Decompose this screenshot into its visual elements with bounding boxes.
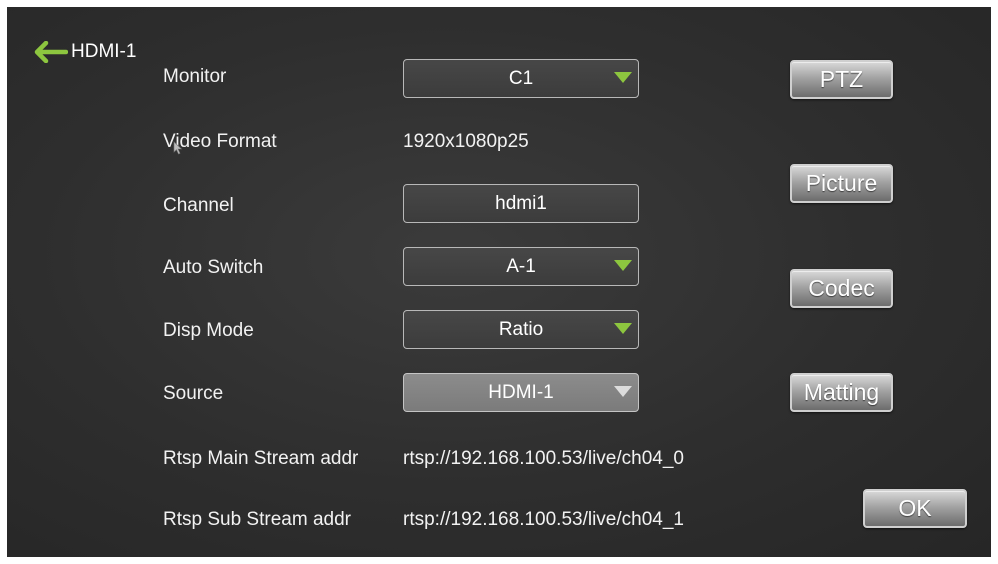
mouse-cursor-icon: [173, 141, 183, 155]
chevron-down-icon: [614, 72, 632, 83]
page-title: HDMI-1: [71, 41, 137, 62]
channel-input[interactable]: hdmi1: [403, 184, 639, 223]
source-value: HDMI-1: [488, 381, 554, 403]
disp-mode-value: Ratio: [498, 318, 544, 340]
channel-label: Channel: [163, 195, 234, 216]
source-label: Source: [163, 383, 224, 404]
video-format-value: 1920x1080p25: [403, 131, 529, 152]
chevron-down-icon: [614, 260, 632, 271]
monitor-dropdown[interactable]: C1: [403, 59, 639, 98]
monitor-label: Monitor: [163, 66, 227, 87]
arrow-left-icon: [34, 41, 68, 63]
rtsp-sub-label: Rtsp Sub Stream addr: [163, 509, 351, 530]
channel-value: hdmi1: [495, 192, 547, 214]
codec-button[interactable]: Codec: [790, 269, 893, 308]
source-dropdown[interactable]: HDMI-1: [403, 373, 639, 412]
rtsp-main-value: rtsp://192.168.100.53/live/ch04_0: [403, 448, 684, 469]
settings-panel: HDMI-1 Monitor C1 Video Format 1920x1080…: [7, 7, 991, 557]
picture-button[interactable]: Picture: [790, 164, 893, 203]
rtsp-main-label: Rtsp Main Stream addr: [163, 448, 359, 469]
auto-switch-label: Auto Switch: [163, 257, 264, 278]
matting-button[interactable]: Matting: [790, 373, 893, 412]
ptz-button[interactable]: PTZ: [790, 60, 893, 99]
back-button[interactable]: HDMI-1: [34, 39, 136, 65]
rtsp-sub-value: rtsp://192.168.100.53/live/ch04_1: [403, 509, 684, 530]
chevron-down-icon: [614, 386, 632, 397]
chevron-down-icon: [614, 323, 632, 334]
auto-switch-value: A-1: [506, 255, 536, 277]
disp-mode-dropdown[interactable]: Ratio: [403, 310, 639, 349]
monitor-value: C1: [508, 67, 534, 89]
auto-switch-dropdown[interactable]: A-1: [403, 247, 639, 286]
disp-mode-label: Disp Mode: [163, 320, 254, 341]
ok-button[interactable]: OK: [863, 489, 967, 528]
